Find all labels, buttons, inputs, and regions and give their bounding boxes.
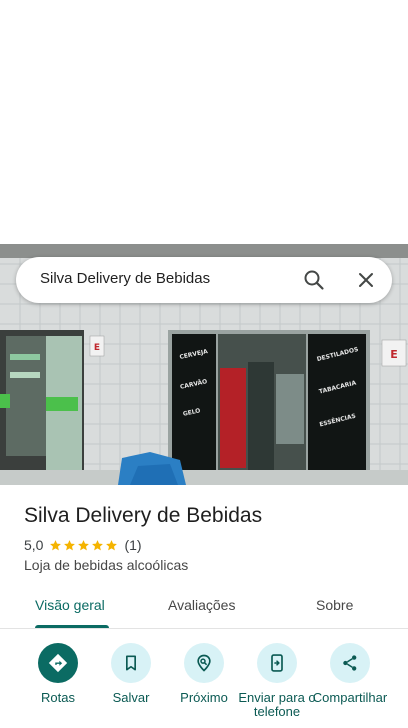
directions-label: Rotas: [41, 690, 75, 705]
directions-icon: [48, 653, 68, 673]
action-buttons: Rotas Salvar Próximo Enviar para o telef…: [0, 643, 408, 728]
star-icon: [64, 539, 76, 550]
send-to-phone-icon: [271, 654, 283, 672]
search-icon[interactable]: [302, 268, 326, 292]
send-to-phone-label: Enviar para o telefone: [238, 690, 316, 719]
star-icon: [50, 539, 62, 550]
save-label: Salvar: [112, 690, 150, 705]
rating-row[interactable]: 5,0 (1): [24, 537, 142, 553]
badge-right-text: E: [390, 348, 398, 361]
nearby-label: Próximo: [180, 690, 228, 705]
nearby-icon: [197, 654, 211, 672]
close-icon[interactable]: [354, 268, 378, 292]
map-area[interactable]: [0, 0, 408, 244]
place-title: Silva Delivery de Bebidas: [24, 504, 263, 527]
share-button[interactable]: Compartilhar: [310, 643, 390, 705]
reviews-count[interactable]: (1): [124, 537, 141, 553]
nearby-button[interactable]: Próximo: [164, 643, 244, 705]
star-icon: [78, 539, 90, 550]
place-details-sheet: Silva Delivery de Bebidas 5,0 (1) Loja d…: [0, 485, 408, 728]
badge-left-text: E: [94, 343, 100, 353]
star-icon: [106, 539, 118, 550]
save-button[interactable]: Salvar: [91, 643, 171, 705]
tab-reviews[interactable]: Avaliações: [168, 597, 235, 613]
star-icon: [92, 539, 104, 550]
bookmark-icon: [126, 655, 136, 671]
star-rating: [49, 539, 119, 552]
tab-overview[interactable]: Visão geral: [35, 597, 105, 613]
share-label: Compartilhar: [312, 690, 388, 705]
place-category[interactable]: Loja de bebidas alcoólicas: [24, 557, 188, 573]
directions-button[interactable]: Rotas: [18, 643, 98, 705]
search-bar[interactable]: Silva Delivery de Bebidas: [16, 257, 392, 303]
search-input[interactable]: Silva Delivery de Bebidas: [40, 270, 210, 287]
rating-value: 5,0: [24, 537, 44, 553]
active-tab-indicator: [35, 625, 109, 628]
share-icon: [343, 655, 357, 671]
send-to-phone-button[interactable]: Enviar para o telefone: [237, 643, 317, 719]
tab-about[interactable]: Sobre: [316, 597, 353, 613]
tab-bar: Visão geral Avaliações Sobre: [0, 589, 408, 629]
